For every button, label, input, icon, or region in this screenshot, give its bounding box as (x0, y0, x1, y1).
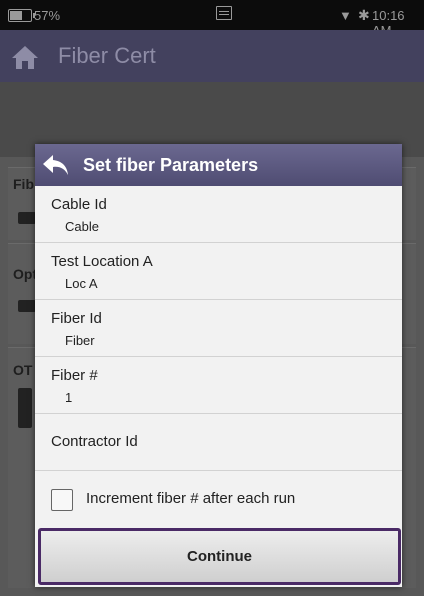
continue-button[interactable]: Continue (38, 528, 401, 585)
field-label: Contractor Id (51, 433, 138, 450)
battery-icon (8, 9, 35, 22)
field-value: Fiber (65, 333, 95, 348)
back-arrow-icon[interactable] (41, 152, 71, 178)
fiber-id-field[interactable]: Fiber Id Fiber (35, 300, 402, 357)
device-icon (18, 388, 32, 428)
app-bar: Fiber Cert (0, 30, 424, 82)
field-label: Fiber # (51, 367, 98, 384)
battery-percent: 57% (34, 8, 61, 23)
test-location-a-field[interactable]: Test Location A Loc A (35, 243, 402, 300)
field-label: Cable Id (51, 196, 107, 213)
bluetooth-icon: ✱ (358, 7, 370, 23)
fiber-number-field[interactable]: Fiber # 1 (35, 357, 402, 414)
connector-icon (18, 212, 36, 224)
bg-section-label: Fib (13, 176, 34, 192)
module-icon (18, 300, 36, 312)
field-value: Loc A (65, 276, 98, 291)
app-title: Fiber Cert (58, 43, 156, 68)
field-label: Fiber Id (51, 310, 102, 327)
continue-button-label: Continue (187, 548, 252, 565)
wifi-icon: ▼ (339, 8, 352, 23)
bg-section-label: Opt (13, 266, 38, 282)
screen-icon (216, 6, 232, 20)
status-bar: 57% ▼ ✱ 10:16 AM (0, 0, 424, 38)
home-icon[interactable] (10, 44, 40, 70)
increment-fiber-option[interactable]: Increment fiber # after each run (35, 471, 402, 528)
dialog-title: Set fiber Parameters (83, 155, 259, 175)
field-label: Test Location A (51, 253, 153, 270)
set-fiber-parameters-dialog: Set fiber Parameters Cable Id Cable Test… (35, 144, 402, 587)
field-value: Cable (65, 219, 99, 234)
contractor-id-field[interactable]: Contractor Id (35, 414, 402, 471)
bg-section-label: OT (13, 362, 33, 378)
cable-id-field[interactable]: Cable Id Cable (35, 186, 402, 243)
increment-fiber-checkbox[interactable] (51, 489, 73, 511)
field-value: 1 (65, 390, 73, 405)
dialog-header: Set fiber Parameters (35, 144, 402, 186)
increment-fiber-label: Increment fiber # after each run (86, 490, 296, 507)
